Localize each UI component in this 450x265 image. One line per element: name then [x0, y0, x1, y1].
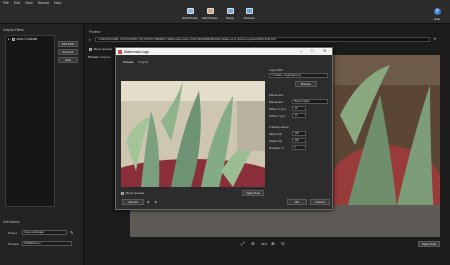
maximize-icon[interactable]: □ — [311, 48, 313, 53]
show-preview-label: Show preview — [93, 47, 113, 51]
menu-edit[interactable]: Edit — [14, 1, 20, 5]
path-field: C:\DE-KIOKURE\...\AUTOSTATE\>>\IQ PHOTO … — [95, 37, 430, 42]
preview-title: Preview — [89, 30, 101, 34]
watermark-dialog: Watermark-Logo – □ ✕ Preview Original ✓ … — [115, 47, 333, 210]
help-icon: ? — [433, 8, 441, 15]
setup-button[interactable]: Setup — [221, 8, 239, 20]
main-show-preview[interactable]: ✓ Show preview — [89, 47, 112, 51]
filter-item-label: Auto Contrast — [16, 37, 38, 41]
scale-label: Scale (%) — [269, 139, 283, 143]
remove-filter-button[interactable]: Remove — [58, 49, 78, 55]
browse-button[interactable]: Browse — [295, 81, 317, 87]
add-photos-button[interactable]: Add Photos — [181, 8, 199, 20]
main-apply-now-button[interactable]: Apply Now — [418, 241, 440, 247]
left-panel: Graphic Filters ▸ ✓ Auto Contrast Add Fi… — [0, 24, 84, 265]
dialog-show-preview-label: Show preview — [125, 191, 145, 195]
preset-dropdown[interactable]: Keep unchanged — [22, 230, 67, 235]
tab-original[interactable]: Original — [100, 55, 110, 59]
next-icon[interactable]: ▸ — [155, 199, 157, 204]
menu-wizard[interactable]: Wizard — [38, 1, 49, 5]
zoom-value: 28% — [261, 242, 268, 246]
help-button[interactable]: ? Help — [428, 8, 446, 21]
placement-header: Placement — [269, 93, 284, 97]
offset-x-label: Offset X (px) — [269, 107, 286, 111]
dialog-show-preview-checkbox[interactable]: ✓ — [121, 191, 124, 195]
dialog-show-preview[interactable]: ✓ Show preview — [121, 191, 144, 195]
toolbar: Add Photos Edit Photos Setup Process ? H… — [0, 6, 450, 24]
add-photos-label: Add Photos — [182, 15, 198, 20]
preview-label: Preview — [8, 242, 19, 246]
process-label: Process — [243, 15, 255, 20]
edit-photos-button[interactable]: Edit Photos — [201, 8, 219, 20]
scale-field[interactable]: 100 — [292, 138, 306, 143]
minimize-icon[interactable]: – — [300, 48, 302, 53]
ok-button[interactable]: OK — [287, 199, 307, 205]
help-label: Help — [433, 16, 441, 21]
tab-preview[interactable]: Preview — [88, 55, 99, 59]
pencil-icon[interactable]: ✎ — [70, 230, 73, 235]
fit-icon[interactable]: ⤢ — [241, 241, 245, 246]
process-button[interactable]: Process — [240, 8, 258, 20]
path-expand-icon[interactable]: ▾ — [89, 38, 91, 42]
offset-x-field[interactable]: 10 — [292, 106, 306, 111]
setup-icon — [226, 8, 234, 14]
menu-view[interactable]: View — [25, 1, 33, 5]
show-preview-checkbox[interactable]: ✓ — [89, 47, 92, 51]
transformation-header: Transformation — [269, 125, 290, 129]
zoom-100-icon[interactable]: ⊙ — [281, 241, 285, 247]
cancel-button[interactable]: Cancel — [310, 199, 330, 205]
add-filter-button[interactable]: Add Filter — [58, 41, 78, 47]
expand-icon[interactable]: ▸ — [8, 37, 10, 41]
filter-item-auto-contrast[interactable]: ▸ ✓ Auto Contrast — [6, 36, 54, 42]
close-icon[interactable]: ✕ — [323, 48, 326, 53]
preset-label: Preset — [8, 231, 17, 235]
graphic-filters-title: Graphic Filters — [3, 28, 24, 32]
offset-y-label: Offset Y (px) — [269, 114, 286, 118]
zoom-out-icon[interactable]: ⊖ — [251, 241, 255, 247]
setup-label: Setup — [226, 15, 234, 20]
dialog-tab-original[interactable]: Original — [138, 60, 148, 64]
alpha-field[interactable]: 100 — [292, 131, 306, 136]
offset-y-field[interactable]: 10 — [292, 113, 306, 118]
zoom-in-icon[interactable]: ⊕ — [271, 241, 275, 247]
edit-names-title: Edit Names — [3, 220, 20, 224]
preview-name-field: P1000121.ext — [22, 241, 72, 246]
prev-icon[interactable]: ◂ — [147, 199, 149, 204]
rotation-label: Rotation (°) — [269, 146, 285, 150]
dialog-cancel-left-button[interactable]: Cancel — [122, 199, 144, 205]
rotation-field[interactable]: 0 — [292, 145, 306, 150]
app-logo-icon — [118, 49, 122, 54]
path-menu-icon[interactable]: ▾ — [434, 37, 436, 41]
edit-filter-button[interactable]: Edit — [58, 57, 78, 63]
add-photos-icon — [186, 8, 194, 14]
dialog-tab-preview[interactable]: Preview — [123, 60, 134, 64]
dialog-preview-image — [121, 81, 265, 187]
placement-dropdown[interactable]: Bottom Right — [292, 99, 328, 104]
menu-help[interactable]: Help — [54, 1, 61, 5]
logo-path-field[interactable]: C:\Users\...\logo\logo.png — [269, 73, 328, 78]
edit-photos-label: Edit Photos — [202, 15, 218, 20]
alpha-label: Alpha (%) — [269, 132, 283, 136]
filter-list[interactable]: ▸ ✓ Auto Contrast — [5, 35, 55, 207]
edit-photos-icon — [206, 8, 214, 14]
process-icon — [245, 8, 253, 14]
filter-checkbox[interactable]: ✓ — [11, 37, 15, 41]
dialog-apply-now-button[interactable]: Apply Now — [242, 190, 264, 196]
logo-path-label: Logo Path — [269, 68, 283, 72]
placement-label: Placement — [269, 100, 284, 104]
menu-file[interactable]: File — [3, 1, 9, 5]
dialog-title: Watermark-Logo — [124, 49, 150, 54]
